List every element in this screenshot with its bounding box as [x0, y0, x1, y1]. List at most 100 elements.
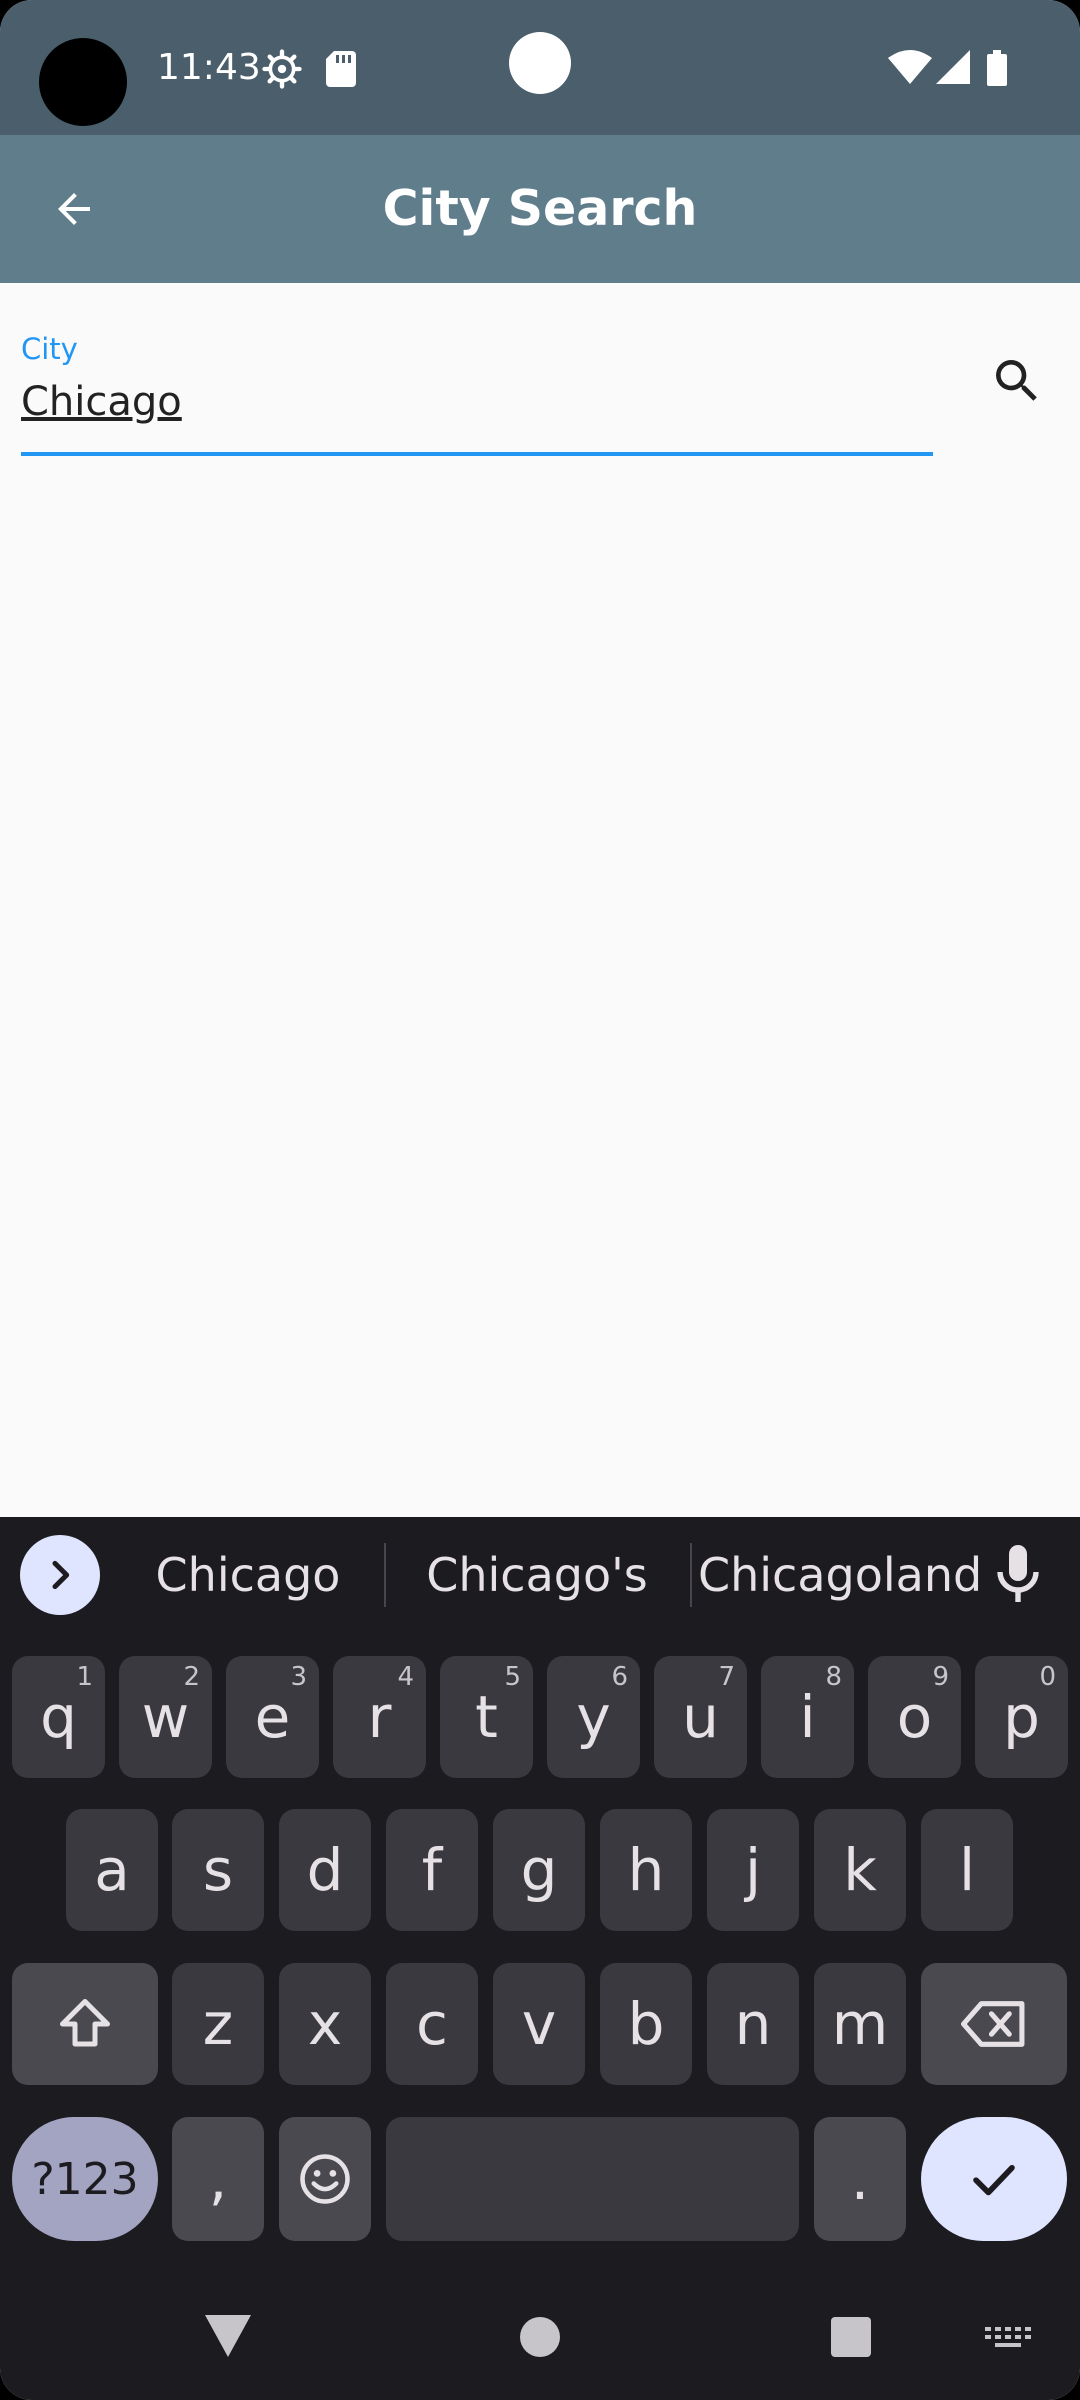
space-key[interactable] [386, 2117, 799, 2241]
key-label: c [416, 1990, 448, 2058]
key-hint: 1 [76, 1662, 93, 1692]
key-label: m [831, 1990, 889, 2058]
back-button[interactable] [38, 173, 110, 245]
key-label: b [627, 1990, 665, 2058]
key-label: l [958, 1836, 976, 1904]
key-v[interactable]: v [493, 1963, 585, 2085]
key-hint: 4 [397, 1662, 414, 1692]
chevron-right-icon [52, 1560, 70, 1590]
nav-home-icon[interactable] [520, 2317, 560, 2357]
key-label: , [208, 2145, 228, 2213]
key-o[interactable]: o9 [868, 1656, 961, 1778]
key-label: h [627, 1836, 665, 1904]
app-bar: City Search [0, 135, 1080, 283]
suggestion-divider [384, 1543, 386, 1607]
key-label: j [744, 1836, 762, 1904]
suggestion-2[interactable]: Chicago's [392, 1535, 682, 1615]
phone-screen: 11:43 City Search City Chicago Chicago C… [0, 0, 1080, 2400]
key-f[interactable]: f [386, 1809, 478, 1931]
shift-icon [60, 1999, 110, 2047]
city-input[interactable]: Chicago [21, 372, 931, 432]
key-hint: 3 [290, 1662, 307, 1692]
key-label: s [202, 1836, 234, 1904]
key-g[interactable]: g [493, 1809, 585, 1931]
key-label: f [421, 1836, 443, 1904]
key-label: d [306, 1836, 344, 1904]
key-hint: 2 [183, 1662, 200, 1692]
period-key[interactable]: . [814, 2117, 906, 2241]
key-i[interactable]: i8 [761, 1656, 854, 1778]
suggestion-divider [690, 1543, 692, 1607]
camera-cutout [39, 38, 127, 126]
key-k[interactable]: k [814, 1809, 906, 1931]
microphone-icon [997, 1545, 1039, 1602]
city-field-label: City [21, 332, 78, 366]
key-d[interactable]: d [279, 1809, 371, 1931]
suggestion-1[interactable]: Chicago [118, 1535, 378, 1615]
key-hint: 6 [611, 1662, 628, 1692]
sd-card-icon [326, 51, 356, 87]
key-hint: 0 [1039, 1662, 1056, 1692]
key-label: g [520, 1836, 558, 1904]
comma-key[interactable]: , [172, 2117, 264, 2241]
key-label: n [734, 1990, 772, 2058]
key-m[interactable]: m [814, 1963, 906, 2085]
checkmark-icon [973, 2164, 1015, 2196]
key-label: i [799, 1683, 816, 1751]
key-label: p [1003, 1683, 1040, 1751]
search-button[interactable] [982, 346, 1052, 416]
key-z[interactable]: z [172, 1963, 264, 2085]
front-camera-dot [509, 32, 571, 94]
key-u[interactable]: u7 [654, 1656, 747, 1778]
key-hint: 8 [825, 1662, 842, 1692]
key-w[interactable]: w2 [119, 1656, 212, 1778]
key-b[interactable]: b [600, 1963, 692, 2085]
emoji-icon [300, 2154, 350, 2204]
backspace-key[interactable] [921, 1963, 1067, 2085]
key-j[interactable]: j [707, 1809, 799, 1931]
nav-back-icon[interactable] [205, 2315, 251, 2357]
key-c[interactable]: c [386, 1963, 478, 2085]
key-label: q [40, 1683, 77, 1751]
backspace-icon [961, 2001, 1025, 2047]
key-a[interactable]: a [66, 1809, 158, 1931]
key-q[interactable]: q1 [12, 1656, 105, 1778]
key-l[interactable]: l [921, 1809, 1013, 1931]
symbols-key[interactable]: ?123 [12, 2117, 158, 2241]
key-t[interactable]: t5 [440, 1656, 533, 1778]
key-label: r [367, 1683, 392, 1751]
status-time: 11:43 [157, 47, 261, 88]
suggestion-3[interactable]: Chicagoland [698, 1535, 982, 1615]
key-label: t [475, 1683, 498, 1751]
emoji-key[interactable] [279, 2117, 371, 2241]
voice-input-button[interactable] [990, 1539, 1046, 1611]
battery-icon [987, 50, 1007, 86]
key-y[interactable]: y6 [547, 1656, 640, 1778]
cell-signal-icon [936, 50, 970, 84]
shift-key[interactable] [12, 1963, 158, 2085]
system-navigation-bar [0, 2277, 1080, 2400]
keyboard-switch-icon[interactable] [985, 2327, 1031, 2351]
key-e[interactable]: e3 [226, 1656, 319, 1778]
key-h[interactable]: h [600, 1809, 692, 1931]
search-icon [996, 360, 1037, 401]
key-n[interactable]: n [707, 1963, 799, 2085]
key-s[interactable]: s [172, 1809, 264, 1931]
key-label: x [307, 1990, 343, 2058]
key-x[interactable]: x [279, 1963, 371, 2085]
key-hint: 9 [932, 1662, 949, 1692]
key-hint: 5 [504, 1662, 521, 1692]
settings-gear-icon [262, 49, 302, 89]
keyboard-toolbar-expand-button[interactable] [20, 1535, 100, 1615]
key-label: u [682, 1683, 719, 1751]
nav-recents-icon[interactable] [831, 2317, 871, 2357]
city-input-underline [21, 452, 933, 456]
key-label: w [141, 1683, 190, 1751]
status-bar: 11:43 [0, 0, 1080, 135]
key-label: . [850, 2145, 870, 2213]
enter-key[interactable] [921, 2117, 1067, 2241]
key-label: v [521, 1990, 557, 2058]
key-r[interactable]: r4 [333, 1656, 426, 1778]
key-label: a [94, 1836, 130, 1904]
key-p[interactable]: p0 [975, 1656, 1068, 1778]
